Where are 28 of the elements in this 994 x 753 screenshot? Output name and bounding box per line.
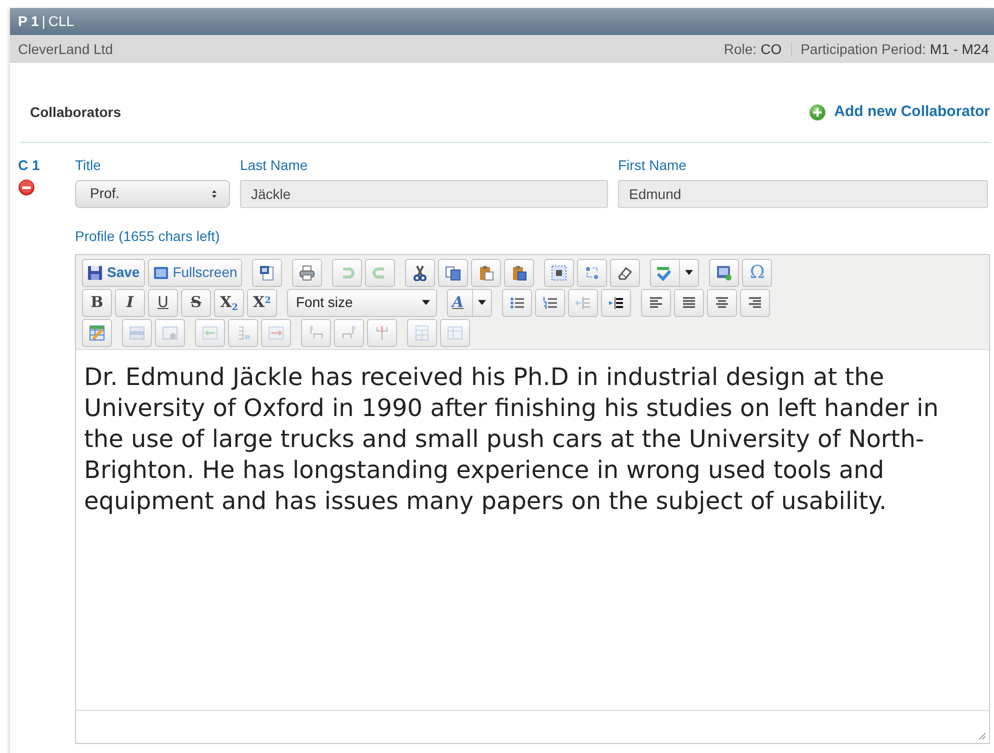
role-value: CO [760,40,782,58]
period-label: Participation Period: [800,40,926,59]
underline-button[interactable]: U [148,288,178,316]
role-label: Role: [724,40,757,58]
last-name-field[interactable]: Jäckle [240,180,608,208]
strikethrough-button[interactable]: S [181,288,211,316]
text-color-button[interactable]: A [447,288,492,316]
fullscreen-button[interactable]: Fullscreen [148,258,242,286]
separator-text: | [42,12,46,31]
collaborator-number: C 1 [18,156,41,174]
section-title: Collaborators [30,102,122,122]
font-size-dropdown[interactable]: Font size [287,288,437,316]
period-value: M1 - M24 [930,40,989,58]
save-button[interactable]: Save [82,258,145,286]
add-collaborator-link[interactable]: Add new Collaborator [834,101,990,124]
field-label: Title [75,156,102,174]
title-select[interactable]: Prof. [75,180,230,208]
field-label: First Name [618,156,688,174]
subscript-button[interactable]: X$_{2}$ [214,288,244,316]
partner-acronym: CLL [48,12,74,31]
superscript-button[interactable]: X$^{2}$ [247,288,277,316]
partner-number: P 1 [18,12,39,31]
bold-button[interactable]: B [82,288,112,316]
partner-name: CleverLand Ltd [18,40,113,58]
italic-button[interactable]: I [115,288,145,316]
first-name-field[interactable]: Edmund [618,180,988,208]
field-label: Last Name [240,156,309,174]
field-label: Profile (1655 chars left) [75,226,221,246]
